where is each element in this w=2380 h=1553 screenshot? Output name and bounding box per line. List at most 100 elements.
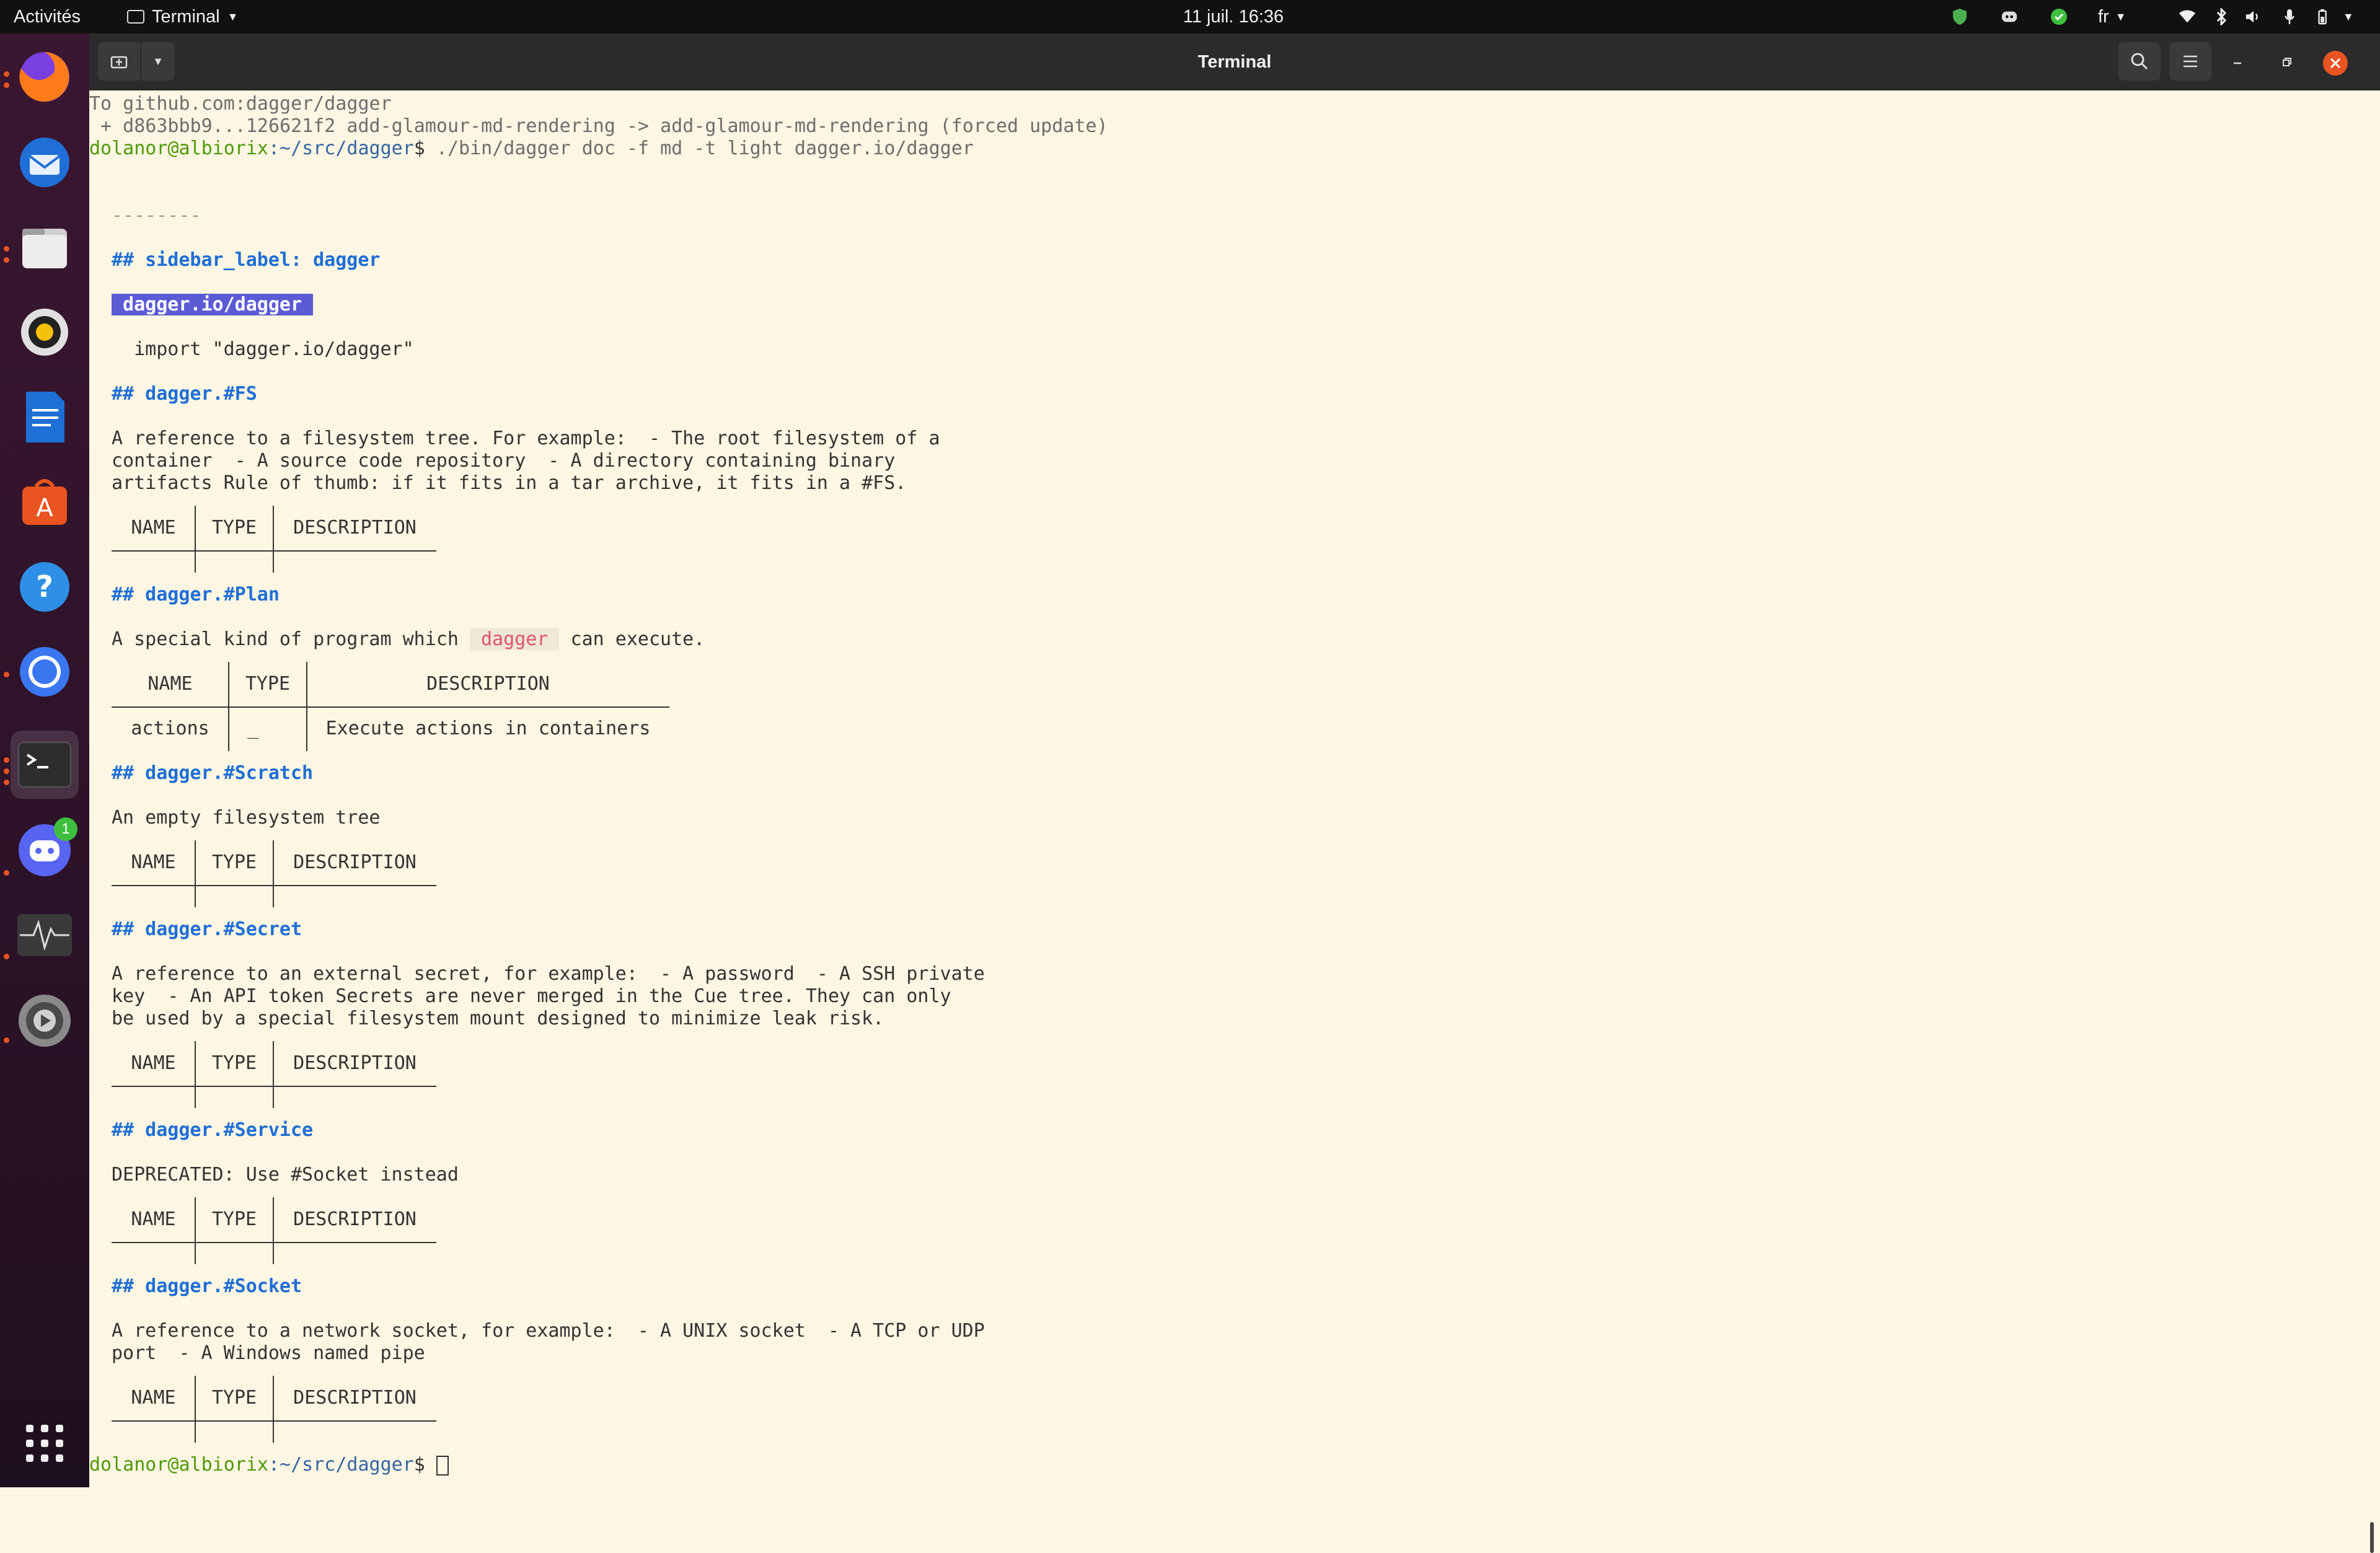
battery-icon[interactable]	[2315, 8, 2332, 25]
app-center-icon[interactable]: A	[11, 467, 79, 535]
thunderbird-icon[interactable]	[11, 128, 79, 196]
notification-badge: 1	[54, 817, 77, 841]
table-border	[273, 1376, 274, 1443]
chevron-down-icon: ▼	[2115, 11, 2127, 23]
fields-table: NAME TYPE DESCRIPTION	[112, 506, 436, 574]
description-line: A reference to a network socket, for exa…	[112, 1320, 985, 1342]
shield-icon[interactable]	[1951, 8, 1968, 25]
table-border	[195, 1041, 196, 1108]
keyboard-layout-label: fr	[2098, 7, 2109, 27]
terminal-small-icon	[127, 10, 144, 24]
close-icon	[2323, 51, 2348, 76]
text-cursor	[436, 1455, 449, 1476]
clock[interactable]: 11 juil. 16:36	[1178, 0, 1289, 33]
bluetooth-icon[interactable]	[2213, 8, 2230, 25]
section-heading: ## dagger.#FS	[112, 383, 257, 405]
column-header-name: NAME	[131, 1387, 176, 1409]
table-cell-name: actions	[131, 718, 209, 739]
help-icon[interactable]: ?	[11, 553, 79, 621]
dock: A ? 1	[0, 33, 89, 1487]
table-border	[273, 840, 274, 907]
description-line: An empty filesystem tree	[112, 807, 381, 829]
column-header-type: TYPE	[245, 673, 291, 695]
command-line: dolanor@albiorix:~/src/dagger$ ./bin/dag…	[89, 138, 974, 160]
column-header-description: DESCRIPTION	[293, 1052, 416, 1074]
terminal-icon[interactable]	[11, 731, 79, 799]
menu-button[interactable]	[2169, 42, 2211, 81]
section-heading: ## sidebar_label: dagger	[112, 249, 381, 271]
description-line: A reference to a filesystem tree. For ex…	[112, 428, 940, 449]
prompt-dollar: $	[413, 1454, 436, 1476]
horizontal-rule: --------	[112, 205, 201, 226]
search-button[interactable]	[2118, 42, 2161, 81]
volume-icon[interactable]	[2245, 8, 2262, 25]
chevron-down-icon: ▼	[2343, 11, 2354, 23]
window-title: Terminal	[1197, 52, 1272, 72]
column-header-type: TYPE	[211, 1052, 257, 1074]
description-line: artifacts Rule of thumb: if it fits in a…	[112, 472, 907, 494]
rhythmbox-icon[interactable]	[11, 298, 79, 366]
window-header-bar: ▼ Terminal	[89, 33, 2380, 91]
column-header-type: TYPE	[211, 517, 257, 539]
column-header-name: NAME	[148, 673, 193, 695]
restore-button[interactable]	[2276, 51, 2298, 73]
check-circle-icon[interactable]	[2050, 8, 2068, 25]
inline-code: dagger	[469, 628, 560, 650]
section-heading: ## dagger.#Secret	[112, 918, 302, 940]
column-header-type: TYPE	[211, 1387, 257, 1409]
chevron-down-icon: ▼	[227, 11, 239, 23]
app-menu[interactable]: Terminal ▼	[127, 0, 238, 33]
keyboard-layout-menu[interactable]: fr ▼	[2098, 0, 2127, 33]
discord-tray-icon[interactable]	[2001, 8, 2018, 25]
column-header-type: TYPE	[211, 1208, 257, 1230]
fields-table: NAME TYPE DESCRIPTION	[112, 840, 436, 908]
fields-table: NAME TYPE DESCRIPTION	[112, 1041, 436, 1109]
description-text: A special kind of program which	[112, 628, 470, 650]
description-line: port - A Windows named pipe	[112, 1342, 425, 1364]
table-border	[195, 1376, 196, 1443]
running-indicator	[4, 757, 9, 763]
scrollbar-thumb[interactable]	[2370, 1522, 2374, 1553]
settings-icon[interactable]	[11, 987, 79, 1055]
microphone-icon[interactable]	[2281, 8, 2298, 25]
output-line: + d863bbb9...126621f2 add-glamour-md-ren…	[89, 115, 1108, 137]
column-header-description: DESCRIPTION	[293, 851, 416, 873]
description-line: A special kind of program which dagger c…	[112, 628, 705, 651]
firefox-icon[interactable]	[11, 43, 79, 111]
section-heading: ## dagger.#Scratch	[112, 762, 314, 784]
table-border	[112, 1086, 436, 1087]
system-monitor-icon[interactable]	[11, 901, 79, 969]
show-apps-icon[interactable]	[11, 1409, 79, 1477]
column-header-name: NAME	[131, 517, 176, 539]
description-text: can execute.	[559, 628, 705, 650]
signal-icon[interactable]	[11, 638, 79, 706]
writer-icon[interactable]	[11, 383, 79, 451]
new-tab-icon	[110, 56, 128, 69]
fields-table: NAME TYPE DESCRIPTION	[112, 1197, 436, 1265]
svg-text:A: A	[36, 494, 53, 522]
column-header-description: DESCRIPTION	[293, 1208, 416, 1230]
discord-icon[interactable]: 1	[11, 816, 79, 884]
terminal-output[interactable]: To github.com:dagger/dagger + d863bbb9..…	[89, 90, 2380, 1553]
hamburger-icon	[2184, 55, 2197, 68]
activities-button[interactable]: Activités	[14, 0, 81, 33]
prompt-path: :~/src/dagger	[268, 1454, 414, 1476]
column-header-name: NAME	[131, 1208, 176, 1230]
description-line: container - A source code repository - A…	[112, 450, 896, 472]
table-border	[195, 1197, 196, 1264]
files-icon[interactable]	[11, 213, 79, 281]
table-border	[273, 1041, 274, 1108]
system-menu[interactable]: ▼	[2343, 0, 2354, 33]
running-indicator	[4, 780, 9, 785]
prompt-path: :~/src/dagger	[268, 138, 414, 159]
wifi-icon[interactable]	[2179, 8, 2196, 25]
prompt-dollar: $	[413, 138, 436, 159]
tab-menu-button[interactable]: ▼	[141, 42, 175, 81]
close-button[interactable]	[2323, 51, 2348, 76]
column-header-name: NAME	[131, 851, 176, 873]
description-line: A reference to an external secret, for e…	[112, 963, 985, 985]
minimize-button[interactable]	[2226, 51, 2249, 73]
table-border	[273, 1197, 274, 1264]
command-line[interactable]: dolanor@albiorix:~/src/dagger$	[89, 1454, 449, 1476]
new-tab-button[interactable]	[98, 42, 140, 81]
